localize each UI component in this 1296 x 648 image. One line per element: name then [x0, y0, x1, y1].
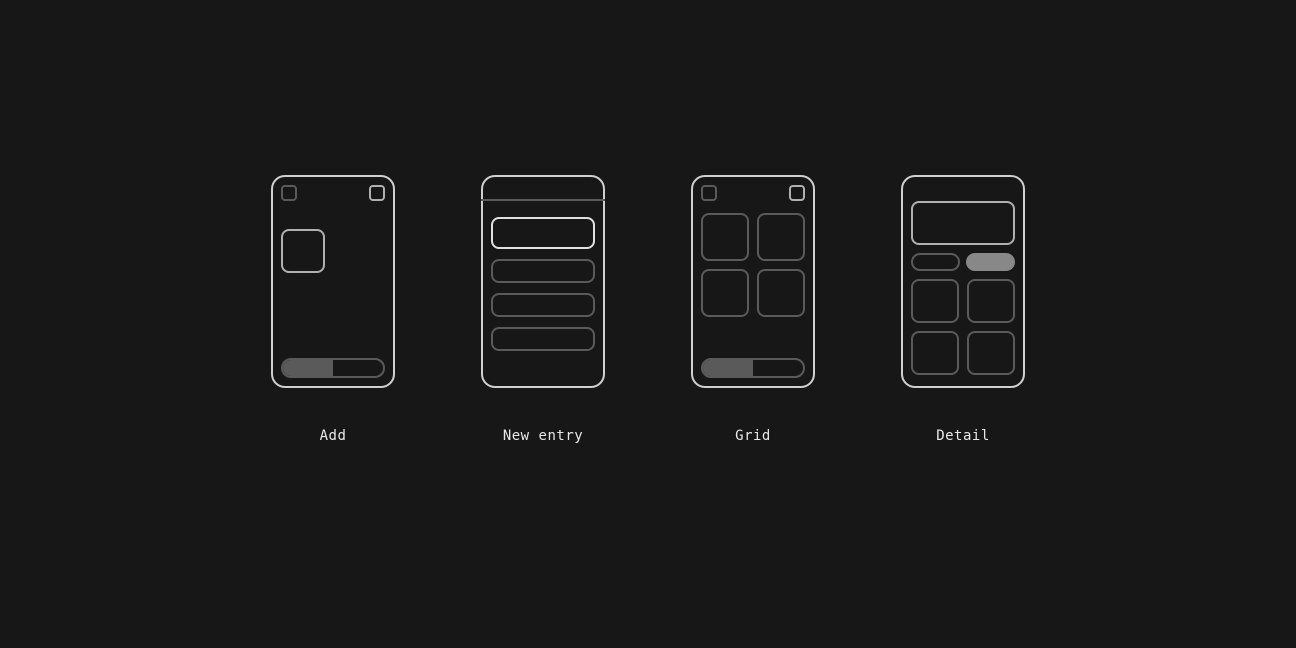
entry-row	[491, 259, 595, 283]
grid-cell	[911, 331, 959, 375]
segmented-tab-active	[283, 360, 333, 376]
action-icon	[369, 185, 385, 201]
entry-row	[491, 327, 595, 351]
segmented-tab	[281, 358, 385, 378]
entry-list	[491, 217, 595, 351]
status-indicator-icon	[701, 185, 717, 201]
wireframe-label: Grid	[735, 428, 771, 444]
grid-cell	[967, 331, 1015, 375]
grid-cell	[701, 269, 749, 317]
add-content-block	[281, 229, 325, 273]
entry-row	[491, 293, 595, 317]
wireframe-label: Add	[320, 428, 347, 444]
entry-row-active	[491, 217, 595, 249]
content-grid	[701, 213, 805, 317]
phone-frame-add	[271, 175, 395, 388]
wireframe-label: Detail	[936, 428, 990, 444]
wireframe-item-grid: Grid	[691, 175, 815, 444]
grid-cell	[757, 213, 805, 261]
grid-cell	[967, 279, 1015, 323]
phone-frame-grid	[691, 175, 815, 388]
sheet-handle-icon	[481, 199, 605, 201]
pill-tab-active	[966, 253, 1015, 271]
detail-grid	[911, 279, 1015, 375]
wireframe-label: New entry	[503, 428, 583, 444]
grid-cell	[701, 213, 749, 261]
segmented-tab-active	[703, 360, 753, 376]
status-indicator-icon	[281, 185, 297, 201]
hero-block	[911, 201, 1015, 245]
pill-tab	[911, 253, 960, 271]
phone-frame-newentry	[481, 175, 605, 388]
grid-cell	[757, 269, 805, 317]
wireframe-item-newentry: New entry	[481, 175, 605, 444]
grid-cell	[911, 279, 959, 323]
phone-frame-detail	[901, 175, 1025, 388]
pill-tabs	[911, 253, 1015, 271]
wireframe-item-add: Add	[271, 175, 395, 444]
action-icon	[789, 185, 805, 201]
wireframe-row: Add New entry	[271, 175, 1025, 444]
segmented-tab	[701, 358, 805, 378]
wireframe-item-detail: Detail	[901, 175, 1025, 444]
